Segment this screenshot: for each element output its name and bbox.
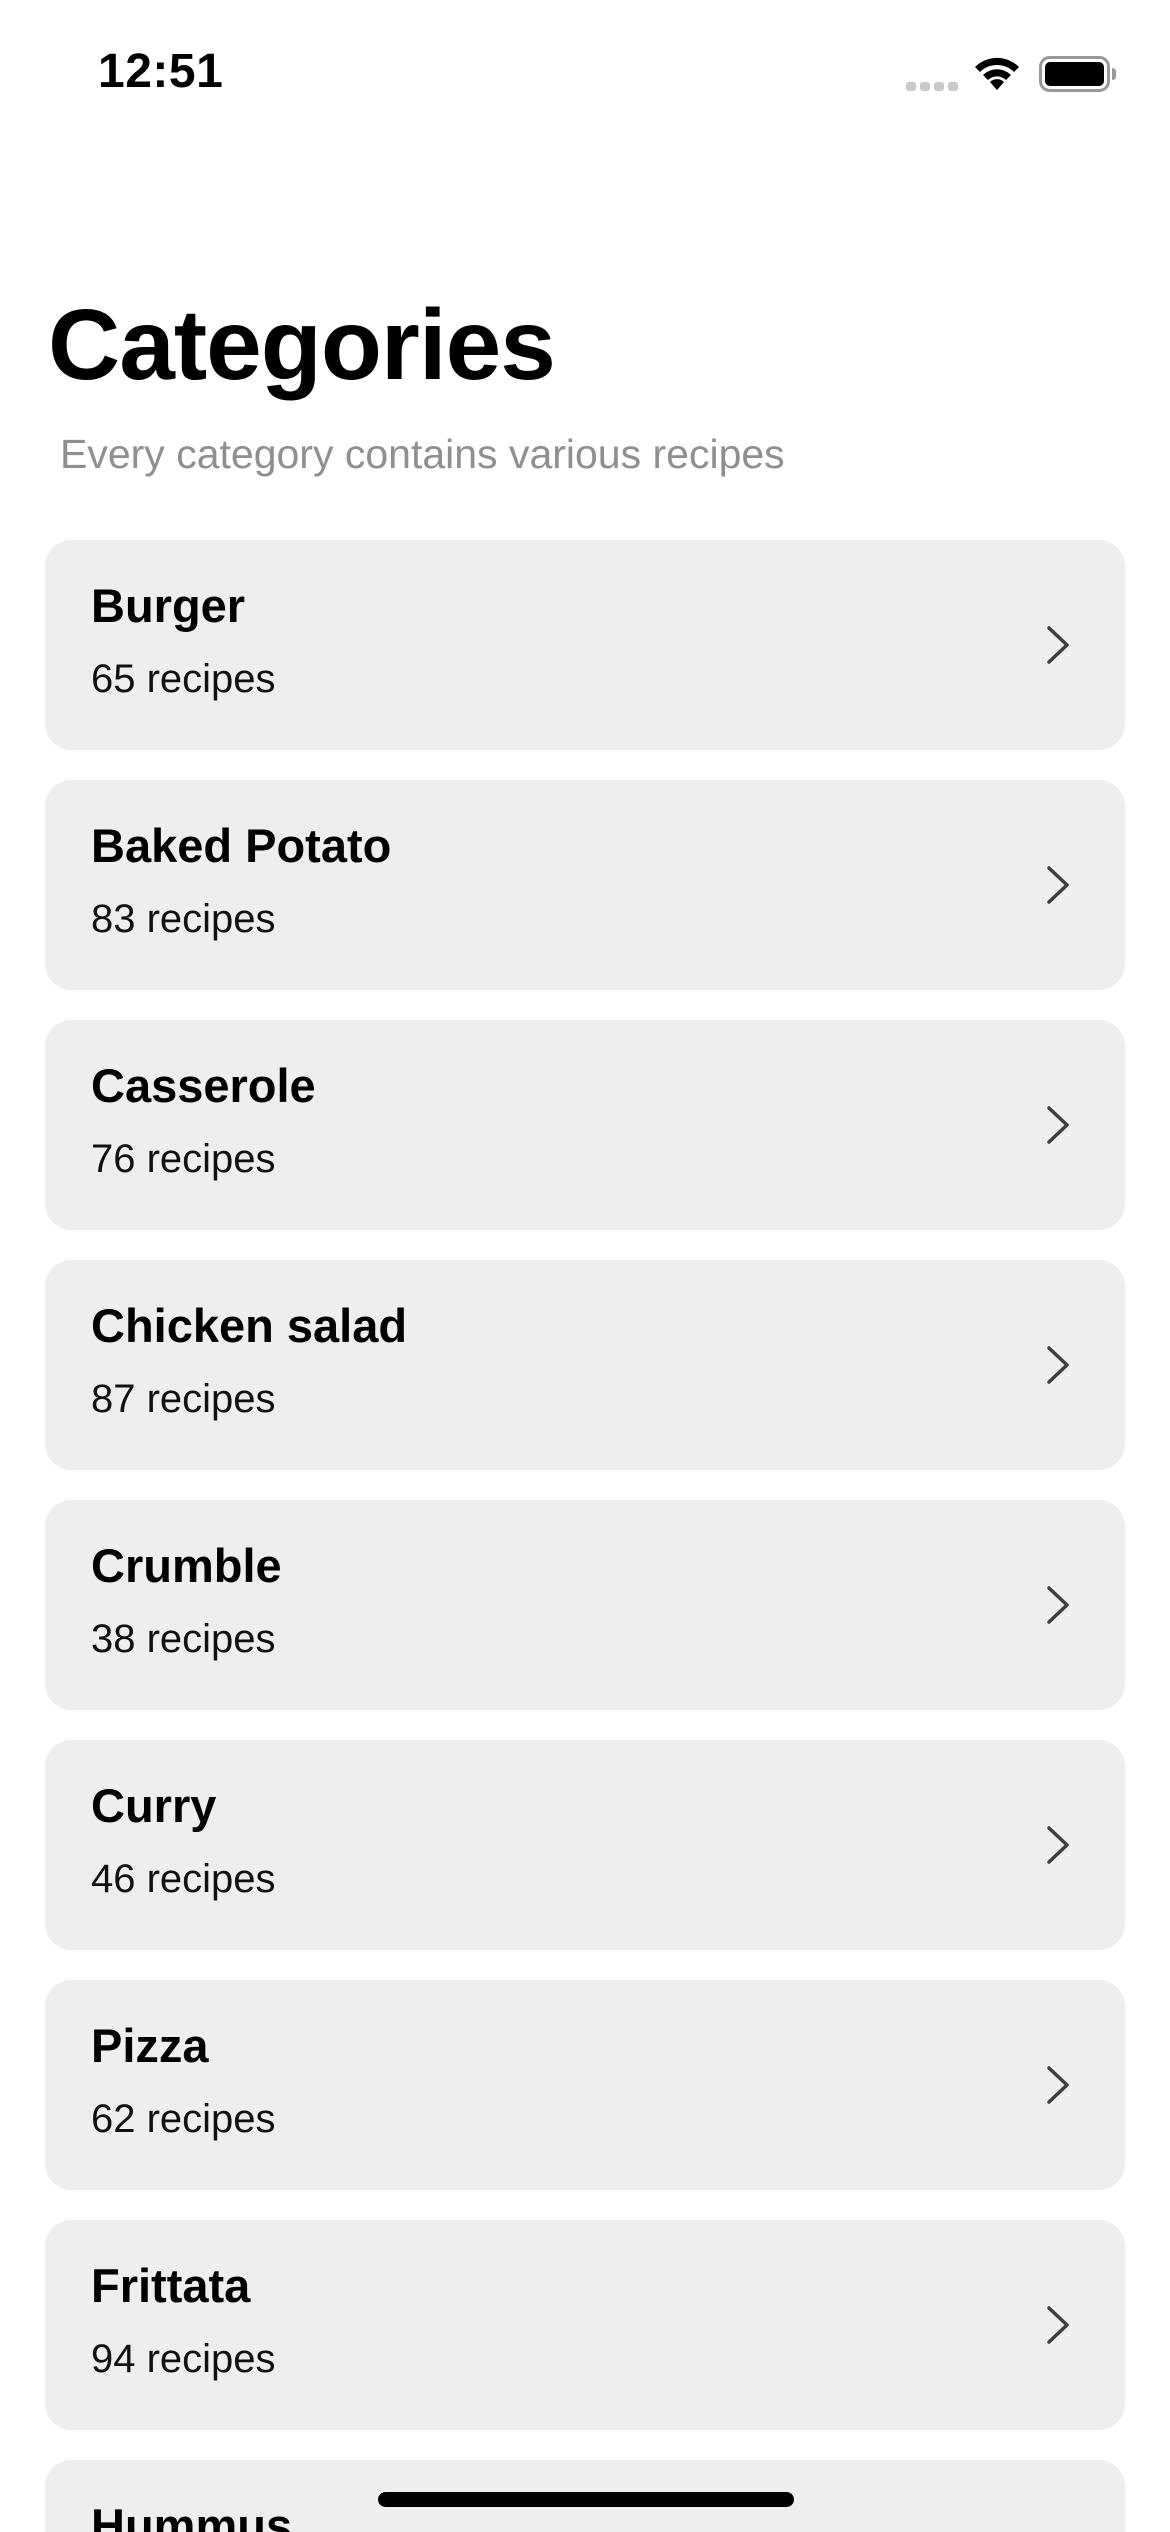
category-name: Pizza — [91, 2019, 209, 2072]
chevron-right-icon — [1047, 866, 1069, 904]
category-recipe-count: 46 recipes — [91, 1857, 276, 1901]
page-subtitle: Every category contains various recipes — [60, 431, 785, 477]
cellular-signal-icon — [906, 82, 958, 91]
home-indicator[interactable] — [378, 2492, 794, 2507]
category-name: Crumble — [91, 1539, 282, 1592]
category-recipe-count: 76 recipes — [91, 1137, 276, 1181]
page-title: Categories — [48, 289, 556, 401]
category-recipe-count: 87 recipes — [91, 1377, 276, 1421]
chevron-right-icon — [1047, 1106, 1069, 1144]
wifi-icon — [975, 57, 1019, 90]
category-recipe-count: 38 recipes — [91, 1617, 276, 1661]
category-card-chicken-salad[interactable]: Chicken salad 87 recipes — [45, 1260, 1125, 1470]
category-card-curry[interactable]: Curry 46 recipes — [45, 1740, 1125, 1950]
category-name: Baked Potato — [91, 819, 392, 872]
category-name: Burger — [91, 579, 246, 632]
category-recipe-count: 83 recipes — [91, 897, 276, 941]
category-card-crumble[interactable]: Crumble 38 recipes — [45, 1500, 1125, 1710]
battery-icon — [1039, 56, 1116, 92]
chevron-right-icon — [1047, 1826, 1069, 1864]
status-bar: 12:51 — [0, 0, 1170, 150]
category-name: Frittata — [91, 2259, 251, 2312]
category-card-burger[interactable]: Burger 65 recipes — [45, 540, 1125, 750]
category-name: Hummus — [91, 2499, 293, 2532]
category-card-pizza[interactable]: Pizza 62 recipes — [45, 1980, 1125, 2190]
category-recipe-count: 62 recipes — [91, 2097, 276, 2141]
chevron-right-icon — [1047, 1346, 1069, 1384]
category-name: Curry — [91, 1779, 217, 1832]
chevron-right-icon — [1047, 626, 1069, 664]
category-card-baked-potato[interactable]: Baked Potato 83 recipes — [45, 780, 1125, 990]
category-recipe-count: 65 recipes — [91, 657, 276, 701]
category-card-frittata[interactable]: Frittata 94 recipes — [45, 2220, 1125, 2430]
category-card-casserole[interactable]: Casserole 76 recipes — [45, 1020, 1125, 1230]
category-name: Casserole — [91, 1059, 316, 1112]
chevron-right-icon — [1047, 2306, 1069, 2344]
category-recipe-count: 94 recipes — [91, 2337, 276, 2381]
status-time: 12:51 — [98, 45, 224, 98]
category-name: Chicken salad — [91, 1299, 408, 1352]
chevron-right-icon — [1047, 2066, 1069, 2104]
chevron-right-icon — [1047, 1586, 1069, 1624]
